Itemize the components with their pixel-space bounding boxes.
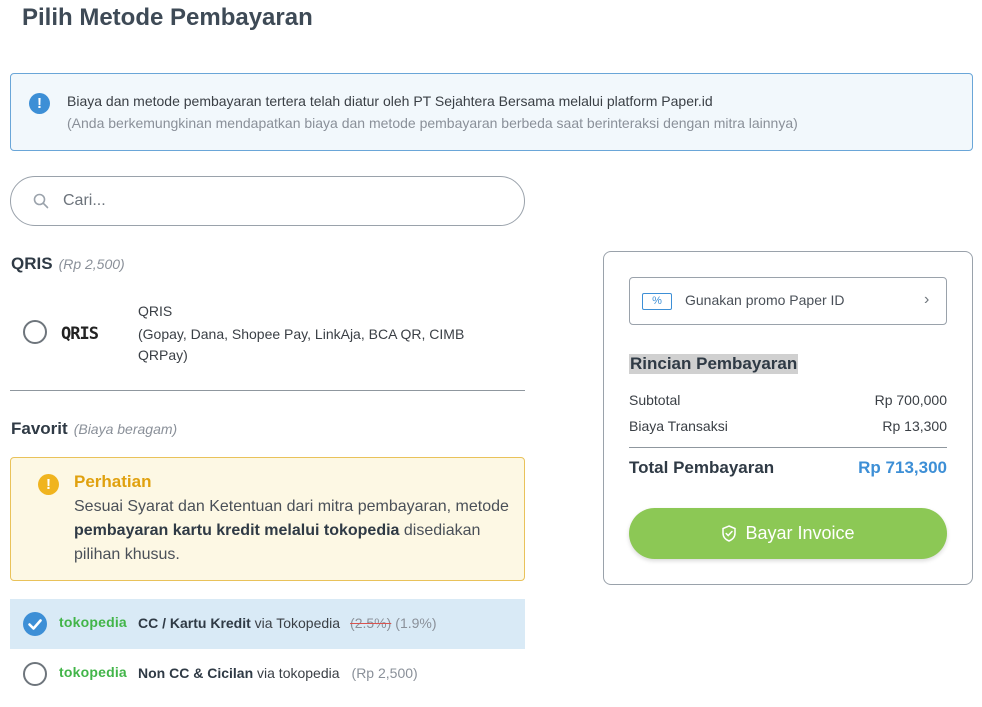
qris-option-name[interactable]: QRIS xyxy=(138,303,172,319)
summary-divider xyxy=(629,447,947,448)
search-icon xyxy=(33,193,49,209)
promo-label: Gunakan promo Paper ID xyxy=(685,292,845,308)
check-icon xyxy=(28,619,42,630)
tokopedia-logo: tokopedia xyxy=(59,664,127,680)
info-banner: ! Biaya dan metode pembayaran tertera te… xyxy=(10,73,973,151)
info-icon: ! xyxy=(29,93,50,114)
fee: (1.9%) xyxy=(395,615,437,631)
checked-radio[interactable] xyxy=(23,612,47,636)
subtotal-label: Subtotal xyxy=(629,392,681,408)
total-label: Total Pembayaran xyxy=(629,458,775,477)
section-divider xyxy=(10,390,525,391)
payment-summary: % Gunakan promo Paper ID › Rincian Pemba… xyxy=(603,251,973,585)
page-title: Pilih Metode Pembayaran xyxy=(22,4,313,31)
qris-option-desc: (Gopay, Dana, Shopee Pay, LinkAja, BCA Q… xyxy=(138,326,465,363)
unchecked-radio[interactable] xyxy=(23,662,47,686)
payment-option-label: CC / Kartu Kredit via Tokopedia (2.5%) (1.… xyxy=(138,615,437,631)
qris-title: QRIS xyxy=(11,254,53,273)
coupon-icon: % xyxy=(642,293,672,310)
warning-icon: ! xyxy=(38,474,59,495)
promo-button[interactable]: % Gunakan promo Paper ID › xyxy=(629,277,947,325)
pay-invoice-button[interactable]: Bayar Invoice xyxy=(629,508,947,559)
pay-invoice-label: Bayar Invoice xyxy=(745,523,855,543)
transaction-fee-value: Rp 13,300 xyxy=(882,418,947,434)
transaction-fee-row: Biaya Transaksi Rp 13,300 xyxy=(629,418,947,434)
transaction-fee-label: Biaya Transaksi xyxy=(629,418,728,434)
old-fee: (2.5%) xyxy=(350,615,392,631)
payment-option-label: Non CC & Cicilan via tokopedia (Rp 2,500) xyxy=(138,665,418,681)
summary-title: Rincian Pembayaran xyxy=(629,354,799,374)
total-value: Rp 713,300 xyxy=(858,458,947,477)
info-line-1: Biaya dan metode pembayaran tertera tela… xyxy=(67,93,713,109)
warning-title: Perhatian xyxy=(74,472,152,491)
favorit-fee: (Biaya beragam) xyxy=(73,421,178,437)
warning-box: ! Perhatian Sesuai Syarat dan Ketentuan … xyxy=(10,457,525,581)
favorit-title: Favorit xyxy=(11,419,68,438)
warning-text: Sesuai Syarat dan Ketentuan dari mitra p… xyxy=(74,498,509,563)
search-input[interactable] xyxy=(63,187,503,215)
tokopedia-logo: tokopedia xyxy=(59,614,127,630)
qris-radio[interactable] xyxy=(23,320,47,344)
subtotal-value: Rp 700,000 xyxy=(874,392,947,408)
info-line-2: (Anda berkemungkinan mendapatkan biaya d… xyxy=(67,115,798,131)
payment-option-non-cc[interactable]: tokopedia Non CC & Cicilan via tokopedia… xyxy=(10,649,525,699)
payment-option-cc[interactable]: tokopedia CC / Kartu Kredit via Tokopedi… xyxy=(10,599,525,649)
subtotal-row: Subtotal Rp 700,000 xyxy=(629,392,947,408)
shield-check-icon xyxy=(722,525,737,542)
favorit-section-title: Favorit (Biaya beragam) xyxy=(11,419,177,439)
search-box[interactable] xyxy=(10,176,525,226)
qris-section-title: QRIS (Rp 2,500) xyxy=(11,254,125,274)
qris-logo: QRIS xyxy=(61,324,99,344)
chevron-right-icon: › xyxy=(924,291,930,308)
qris-fee: (Rp 2,500) xyxy=(58,256,125,272)
fee: (Rp 2,500) xyxy=(351,665,418,681)
